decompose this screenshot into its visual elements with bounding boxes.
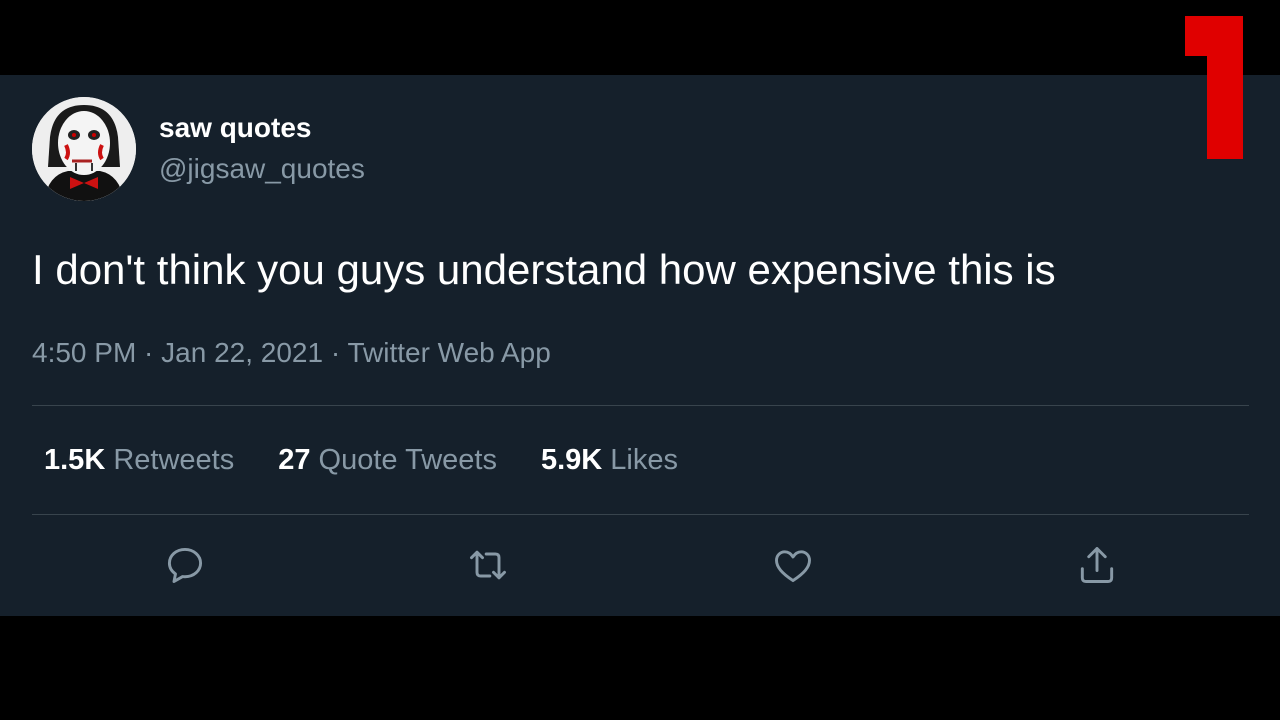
divider [32, 405, 1249, 406]
quote-tweets-count: 27 [278, 444, 311, 476]
likes-stat[interactable]: 5.9K Likes [541, 442, 678, 478]
reply-icon [167, 547, 203, 583]
engagement-stats: 1.5K Retweets 27 Quote Tweets 5.9K Likes [44, 442, 722, 478]
jigsaw-puppet-avatar-icon [32, 97, 136, 201]
display-name[interactable]: saw quotes [159, 111, 311, 145]
video-frame: saw quotes @jigsaw_quotes I don't think … [0, 0, 1280, 720]
like-button[interactable] [771, 543, 815, 587]
tweet-timestamp[interactable]: 4:50 PM · Jan 22, 2021 · Twitter Web App [32, 335, 551, 371]
divider [32, 514, 1249, 515]
likes-count: 5.9K [540, 444, 603, 476]
retweet-button[interactable] [466, 543, 510, 587]
tweet-actions [0, 543, 1280, 587]
retweet-icon [470, 550, 506, 580]
user-handle[interactable]: @jigsaw_quotes [159, 152, 365, 186]
share-icon [1080, 547, 1114, 583]
share-button[interactable] [1075, 543, 1119, 587]
ranking-number-one-overlay [1185, 16, 1243, 159]
quote-tweets-stat[interactable]: 27 Quote Tweets [278, 442, 497, 478]
number-one-icon [1185, 16, 1243, 159]
retweets-stat[interactable]: 1.5K Retweets [44, 442, 234, 478]
tweet-text: I don't think you guys understand how ex… [32, 246, 1056, 293]
tweet-card: saw quotes @jigsaw_quotes I don't think … [0, 75, 1280, 616]
quote-tweets-label: Quote Tweets [310, 444, 497, 476]
retweets-count: 1.5K [44, 444, 106, 476]
retweets-label: Retweets [105, 444, 235, 476]
like-icon [775, 550, 811, 583]
likes-label: Likes [602, 444, 678, 476]
avatar[interactable] [32, 97, 136, 201]
reply-button[interactable] [163, 543, 207, 587]
